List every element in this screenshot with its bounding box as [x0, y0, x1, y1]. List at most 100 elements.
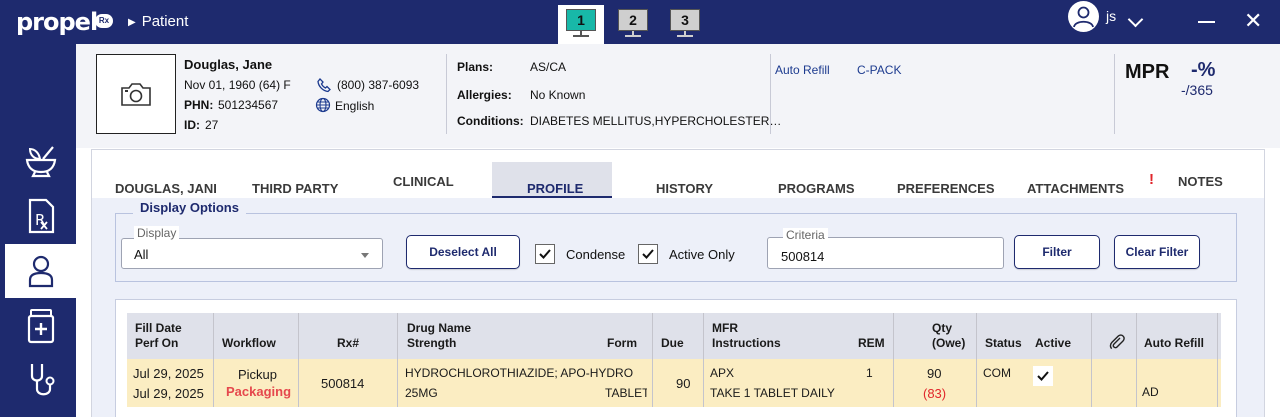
header-divider — [1114, 54, 1115, 134]
display-options-legend: Display Options — [133, 200, 246, 215]
active-only-checkbox[interactable] — [638, 244, 658, 264]
nav-clinical-stethoscope-icon[interactable] — [5, 354, 76, 408]
monitor-base-icon — [677, 35, 693, 37]
table-row[interactable] — [127, 359, 1221, 407]
col-owe[interactable]: (Owe) — [932, 336, 965, 350]
workstation-2-button[interactable]: 2 — [618, 9, 648, 31]
plans-label: Plans: — [457, 60, 494, 74]
col-rx-number[interactable]: Rx# — [337, 336, 359, 350]
col-mfr[interactable]: MFR — [712, 321, 738, 335]
workstation-3-button[interactable]: 3 — [670, 9, 700, 31]
tab-programs[interactable]: PROGRAMS — [778, 181, 855, 196]
tab-profile[interactable]: PROFILE — [527, 181, 583, 196]
cell-owe: (83) — [923, 386, 947, 401]
mpr-label: MPR — [1125, 61, 1170, 83]
col-perf-on[interactable]: Perf On — [135, 336, 178, 350]
attachments-alert-icon: ! — [1149, 171, 1154, 188]
col-form[interactable]: Form — [607, 336, 637, 350]
deselect-all-button[interactable]: Deselect All — [406, 235, 520, 269]
minimize-icon[interactable] — [1198, 21, 1215, 23]
column-divider[interactable] — [1217, 313, 1218, 407]
patient-phone[interactable]: (800) 387-6093 — [337, 78, 419, 92]
cpack-link[interactable]: C-PACK — [857, 63, 901, 77]
col-status[interactable]: Status — [985, 336, 1022, 350]
language-globe-icon — [315, 97, 331, 116]
col-active[interactable]: Active — [1035, 336, 1071, 350]
filter-button[interactable]: Filter — [1014, 235, 1100, 269]
nav-patient-icon[interactable] — [5, 244, 76, 298]
col-drug-name[interactable]: Drug Name — [407, 321, 471, 335]
allergies-value: No Known — [530, 88, 586, 102]
display-label: Display — [134, 226, 180, 240]
active-only-label[interactable]: Active Only — [669, 247, 735, 262]
user-initials[interactable]: js — [1106, 8, 1116, 24]
tab-clinical[interactable]: CLINICAL — [393, 174, 454, 189]
criteria-value: 500814 — [781, 249, 825, 264]
check-icon — [539, 249, 551, 259]
tab-patient-name[interactable]: DOUGLAS, JANI — [115, 181, 217, 196]
tab-history[interactable]: HISTORY — [656, 181, 713, 196]
cell-rem: 1 — [866, 366, 873, 380]
cell-due: 90 — [676, 376, 691, 391]
column-divider[interactable] — [893, 313, 894, 407]
id-label: ID: — [184, 118, 200, 132]
user-menu-chevron-icon[interactable] — [1127, 11, 1144, 28]
id-value: 27 — [205, 118, 219, 132]
logo-badge: Rx — [95, 14, 113, 28]
mpr-value: -% — [1191, 59, 1216, 81]
nav-pharmacy-icon[interactable] — [5, 134, 76, 188]
workstation-1-button[interactable]: 1 — [566, 9, 596, 31]
patient-language: English — [335, 99, 375, 113]
column-divider[interactable] — [1091, 313, 1092, 407]
col-workflow[interactable]: Workflow — [222, 336, 276, 350]
phone-icon — [316, 77, 332, 96]
column-divider[interactable] — [703, 313, 704, 407]
close-icon[interactable]: ✕ — [1244, 9, 1262, 33]
column-divider[interactable] — [298, 313, 299, 407]
tab-attachments[interactable]: ATTACHMENTS — [1027, 181, 1124, 196]
col-due[interactable]: Due — [661, 336, 684, 350]
col-qty[interactable]: Qty — [932, 321, 952, 335]
clear-filter-button[interactable]: Clear Filter — [1114, 235, 1200, 269]
col-auto-refill[interactable]: Auto Refill — [1144, 336, 1204, 350]
active-checkbox[interactable] — [1033, 366, 1053, 386]
monitor-base-icon — [573, 35, 589, 37]
cell-workflow-pickup: Pickup — [238, 367, 278, 382]
side-nav: R — [0, 44, 76, 417]
criteria-label: Criteria — [783, 228, 828, 242]
nav-rx-icon[interactable]: R — [5, 189, 76, 243]
condense-label[interactable]: Condense — [566, 247, 625, 262]
patient-name[interactable]: Douglas, Jane — [184, 57, 272, 72]
cell-workflow-packaging: Packaging — [226, 384, 292, 399]
chevron-down-icon[interactable] — [361, 253, 369, 258]
cell-rx-number: 500814 — [321, 376, 365, 391]
breadcrumb-arrow-icon: ▶ — [128, 17, 136, 28]
camera-icon — [121, 83, 151, 106]
cell-strength: 25MG — [405, 386, 438, 400]
column-divider[interactable] — [213, 313, 214, 407]
column-divider[interactable] — [976, 313, 977, 407]
app-logo[interactable]: propel — [16, 8, 98, 36]
tab-preferences[interactable]: PREFERENCES — [897, 181, 995, 196]
patient-photo[interactable] — [96, 54, 176, 134]
cell-instructions: TAKE 1 TABLET DAILY — [710, 386, 835, 400]
tab-third-party[interactable]: THIRD PARTY — [252, 181, 338, 196]
col-attachment-paperclip-icon[interactable] — [1108, 333, 1126, 354]
display-select[interactable] — [121, 238, 383, 269]
mpr-days: -/365 — [1181, 82, 1213, 98]
column-divider[interactable] — [397, 313, 398, 407]
condense-checkbox[interactable] — [535, 244, 555, 264]
col-instructions[interactable]: Instructions — [712, 336, 781, 350]
col-strength[interactable]: Strength — [407, 336, 456, 350]
tab-notes[interactable]: NOTES — [1178, 174, 1223, 189]
breadcrumb-label: Patient — [141, 13, 189, 30]
user-avatar-icon[interactable] — [1068, 1, 1099, 32]
column-divider[interactable] — [1136, 313, 1137, 407]
col-rem[interactable]: REM — [858, 336, 885, 350]
auto-refill-link[interactable]: Auto Refill — [775, 63, 830, 77]
column-divider[interactable] — [652, 313, 653, 407]
phn-label: PHN: — [184, 98, 214, 112]
col-fill-date[interactable]: Fill Date — [135, 321, 182, 335]
cell-perf-on: Jul 29, 2025 — [133, 386, 204, 401]
nav-medication-icon[interactable] — [5, 299, 76, 353]
